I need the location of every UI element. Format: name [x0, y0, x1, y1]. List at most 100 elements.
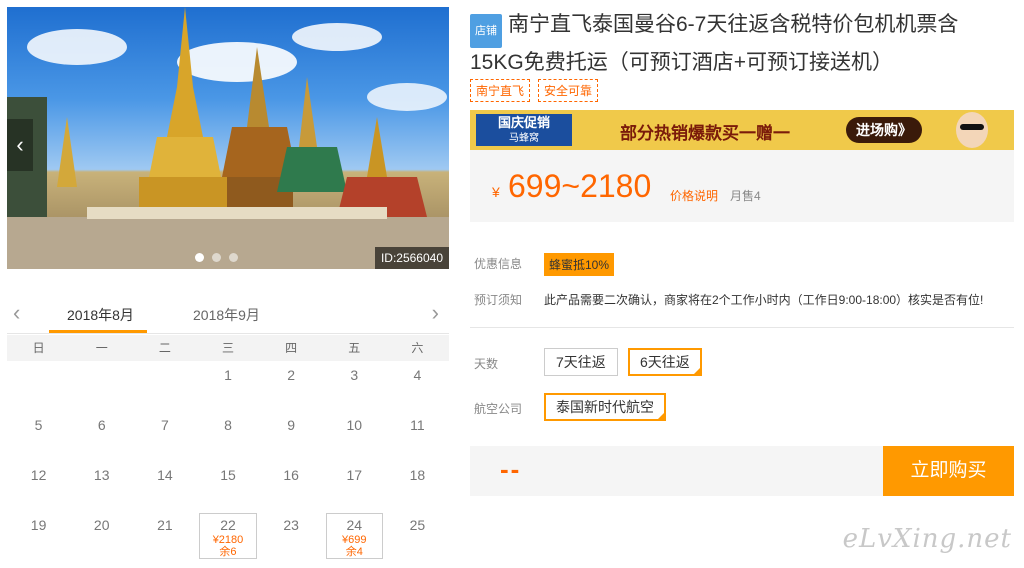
promo-banner-button[interactable]: 进场购》: [846, 117, 922, 143]
purchase-bar: -- 立即购买: [470, 446, 1014, 496]
promo-banner-title: 国庆促销: [497, 115, 550, 130]
price-explain-link[interactable]: 价格说明: [670, 187, 718, 204]
calendar-month-tab[interactable]: 2018年8月: [67, 305, 134, 325]
calendar-day-number: 15: [220, 467, 236, 483]
product-title-line: 南宁直飞泰国曼谷6-7天往返含税特价包机机票含: [508, 13, 959, 36]
calendar-day-number: 20: [93, 517, 110, 533]
calendar-day-number: 8: [224, 417, 232, 433]
calendar-day-number: 24: [346, 517, 363, 533]
calendar-day: 12: [7, 461, 70, 511]
monthly-sales: 月售4: [730, 189, 761, 203]
calendar-day: 14: [133, 461, 196, 511]
calendar-day: 6: [70, 411, 133, 461]
calendar-day-number: 11: [410, 417, 425, 433]
calendar-day: 13: [70, 461, 133, 511]
calendar-day-number: 12: [30, 467, 47, 483]
calendar-day: 9: [260, 411, 323, 461]
product-title-block: 店铺 南宁直飞泰国曼谷6-7天往返含税特价包机机票含 15KG免费托运（可预订酒店…: [470, 10, 1014, 78]
buy-now-button[interactable]: 立即购买: [883, 446, 1014, 496]
currency-symbol: ¥: [492, 184, 500, 200]
calendar-day: 18: [386, 461, 449, 511]
calendar-day: [70, 361, 133, 411]
calendar-day-available[interactable]: 22 ¥2180 余6: [199, 513, 257, 559]
calendar-month-tab[interactable]: 2018年9月: [193, 305, 260, 325]
carousel-prev-button[interactable]: ‹: [7, 119, 33, 171]
calendar-weekday-row: 日 一 二 三 四 五 六: [7, 335, 449, 361]
calendar-day: 1: [196, 361, 259, 411]
calendar-day: 23: [260, 511, 323, 561]
promo-banner-logo: 国庆促销 马蜂窝: [476, 114, 572, 146]
weekday-label: 五: [348, 341, 361, 355]
calendar-day-number: 7: [160, 417, 169, 433]
weekday-label: 三: [221, 341, 234, 355]
product-tag: 安全可靠: [538, 79, 599, 102]
product-title-line: 15KG免费托运（可预订酒店+可预订接送机）: [470, 51, 893, 74]
shop-badge: 店铺: [470, 14, 502, 48]
weekday-label: 六: [411, 341, 424, 355]
calendar-day-number: 6: [97, 417, 106, 433]
airline-option-selected[interactable]: 泰国新时代航空: [544, 393, 666, 421]
calendar-day: 3: [323, 361, 386, 411]
calendar-day: [133, 361, 196, 411]
calendar-day: 8: [196, 411, 259, 461]
promo-banner[interactable]: 国庆促销 马蜂窝 部分热销爆款买一赠一 进场购》: [470, 110, 1014, 150]
calendar-day-number: 5: [34, 417, 43, 433]
booking-notice-text: 此产品需要二次确认，商家将在2个工作小时内（工作日9:00-18:00）核实是否…: [544, 293, 984, 307]
calendar-day-price: ¥699: [342, 534, 367, 546]
calendar-day-number: 3: [350, 367, 359, 383]
calendar-day-number: 19: [30, 517, 47, 533]
calendar-day: 15: [196, 461, 259, 511]
days-option[interactable]: 7天往返: [544, 348, 618, 376]
days-option-selected[interactable]: 6天往返: [628, 348, 702, 376]
product-title: 店铺 南宁直飞泰国曼谷6-7天往返含税特价包机机票含 15KG免费托运（可预订酒店…: [470, 10, 1014, 78]
calendar-day: 4: [386, 361, 449, 411]
weekday-label: 日: [32, 341, 45, 355]
calendar-day-number: 22: [220, 517, 236, 533]
calendar-day: 7: [133, 411, 196, 461]
calendar-day-number: 25: [409, 517, 426, 533]
calendar-day: 2: [260, 361, 323, 411]
calendar-day-number: 23: [283, 517, 299, 533]
image-id-tag: ID:2566040: [374, 247, 449, 269]
calendar-day: 10: [323, 411, 386, 461]
calendar-days: 1 2 3 4 5 6 7 8 9 10 11 12 13 14 15 16 17 18 19 20 21 22 ¥2180…: [7, 361, 449, 561]
price-range: 699~2180: [508, 168, 652, 204]
days-label: 天数: [474, 357, 499, 371]
product-tag: 南宁直飞: [470, 79, 531, 102]
calendar-day-stock: 余6: [219, 546, 237, 558]
calendar-day-number: 1: [224, 367, 232, 383]
carousel-dot[interactable]: [229, 253, 238, 262]
promo-info-label: 优惠信息: [474, 257, 523, 271]
calendar-day: 25: [386, 511, 449, 561]
calendar-next-icon[interactable]: ›: [432, 300, 439, 326]
booking-notice-label: 预订须知: [474, 293, 523, 307]
calendar-day: 20: [70, 511, 133, 561]
calendar-day: 5: [7, 411, 70, 461]
weekday-label: 四: [285, 341, 298, 355]
carousel-dot[interactable]: [195, 253, 204, 262]
carousel-dot[interactable]: [212, 253, 221, 262]
calendar-day-number: 10: [346, 417, 363, 433]
calendar-day-number: 17: [346, 467, 363, 483]
calendar-day-price: ¥2180: [212, 534, 244, 546]
product-tags: 南宁直飞 安全可靠: [470, 79, 599, 102]
carousel-dots: [195, 253, 238, 262]
product-image-carousel[interactable]: ‹ › ID:2566040: [7, 7, 449, 269]
calendar-prev-icon[interactable]: ‹: [13, 300, 20, 326]
calendar-day-number: 4: [413, 367, 422, 383]
banner-character-icon: [956, 112, 988, 148]
calendar-day-number: 2: [287, 367, 296, 383]
calendar-day-available[interactable]: 24 ¥699 余4: [325, 513, 383, 559]
calendar-header: ‹ 2018年8月 2018年9月 ›: [7, 298, 449, 334]
calendar-day: 16: [260, 461, 323, 511]
calendar-day-stock: 余4: [345, 546, 363, 558]
section-divider: [470, 327, 1014, 328]
price-box: ¥ 699~2180 价格说明 月售4: [470, 150, 1014, 222]
active-month-indicator: [49, 330, 147, 333]
weekday-label: 二: [158, 341, 171, 355]
calendar-day-number: 18: [409, 467, 426, 483]
calendar-day: 11: [386, 411, 449, 461]
sunglasses-icon: [960, 124, 984, 130]
promo-info-badge: 蜂蜜抵10%: [544, 253, 615, 276]
calendar-day: 17: [323, 461, 386, 511]
